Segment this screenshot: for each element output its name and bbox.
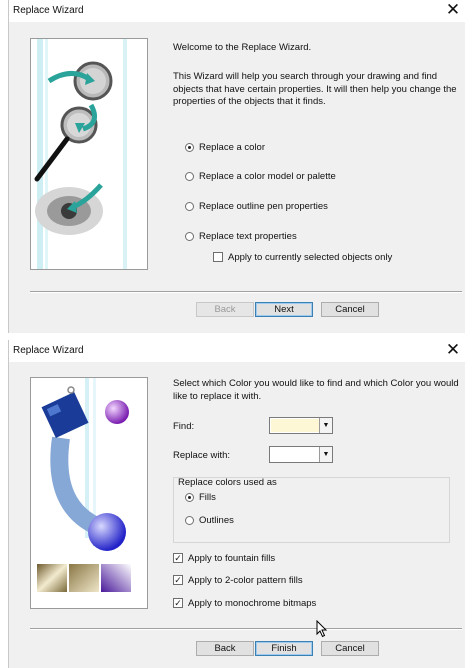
- color-description: Select which Color you would like to fin…: [173, 378, 459, 402]
- radio-selected-icon[interactable]: [185, 142, 194, 152]
- radio-label: Replace text properties: [199, 230, 297, 242]
- radio-label: Fills: [199, 491, 216, 503]
- checkbox-checked-icon[interactable]: ✓: [173, 553, 183, 563]
- mouse-pointer-icon: [316, 620, 328, 638]
- chevron-down-icon[interactable]: ▼: [319, 447, 332, 462]
- group-title: Replace colors used as: [178, 477, 277, 488]
- window-title: Replace Wizard: [13, 5, 84, 16]
- radio-icon[interactable]: [185, 201, 194, 211]
- find-color-swatch: [271, 419, 319, 432]
- checkbox-label: Apply to monochrome bitmaps: [188, 597, 317, 609]
- wizard-illustration: [30, 38, 148, 270]
- cancel-button[interactable]: Cancel: [321, 641, 379, 656]
- replace-with-label: Replace with:: [173, 450, 231, 461]
- checkbox-label: Apply to currently selected objects only: [228, 251, 393, 263]
- replace-color-swatch: [271, 448, 319, 461]
- back-button[interactable]: Back: [196, 302, 254, 317]
- radio-icon[interactable]: [185, 171, 194, 181]
- checkbox-2-color-pattern-fills[interactable]: ✓ Apply to 2-color pattern fills: [173, 573, 303, 587]
- close-icon[interactable]: ✕: [443, 341, 463, 359]
- magnifier-eye-illustration-icon: [34, 39, 127, 269]
- find-color-picker[interactable]: ▼: [269, 417, 333, 434]
- checkbox-checked-icon[interactable]: ✓: [173, 575, 183, 585]
- replace-color-picker[interactable]: ▼: [269, 446, 333, 463]
- checkbox-checked-icon[interactable]: ✓: [173, 598, 183, 608]
- replace-wizard-dialog-color: Replace Wizard ✕ Select which Color you …: [8, 340, 465, 668]
- color-swatch-illustration-icon: [31, 378, 147, 608]
- wizard-illustration: [30, 377, 148, 609]
- separator: [30, 291, 462, 293]
- checkbox-label: Apply to fountain fills: [188, 552, 276, 564]
- radio-icon[interactable]: [185, 515, 194, 525]
- checkbox-monochrome-bitmaps[interactable]: ✓ Apply to monochrome bitmaps: [173, 596, 316, 610]
- radio-label: Outlines: [199, 514, 234, 526]
- radio-label: Replace outline pen properties: [199, 200, 328, 212]
- checkbox-selected-objects-only[interactable]: Apply to currently selected objects only: [213, 250, 392, 264]
- replace-wizard-dialog-welcome: Replace Wizard ✕ Welcome to the Replace …: [8, 0, 465, 333]
- checkbox-fountain-fills[interactable]: ✓ Apply to fountain fills: [173, 551, 275, 565]
- wizard-description: This Wizard will help you search through…: [173, 71, 457, 107]
- window-title: Replace Wizard: [13, 345, 84, 356]
- welcome-heading: Welcome to the Replace Wizard.: [173, 42, 312, 53]
- find-label: Find:: [173, 421, 195, 432]
- radio-replace-outline-pen[interactable]: Replace outline pen properties: [185, 199, 328, 213]
- separator: [30, 628, 462, 630]
- checkbox-label: Apply to 2-color pattern fills: [188, 574, 303, 586]
- close-icon[interactable]: ✕: [443, 1, 463, 19]
- finish-button[interactable]: Finish: [255, 641, 313, 656]
- radio-replace-color[interactable]: Replace a color: [185, 140, 265, 154]
- radio-label: Replace a color: [199, 141, 266, 153]
- chevron-down-icon[interactable]: ▼: [319, 418, 332, 433]
- back-button[interactable]: Back: [196, 641, 254, 656]
- radio-replace-color-model[interactable]: Replace a color model or palette: [185, 169, 336, 183]
- radio-replace-text-properties[interactable]: Replace text properties: [185, 229, 297, 243]
- radio-selected-icon[interactable]: [185, 492, 194, 502]
- radio-fills[interactable]: Fills: [185, 490, 216, 504]
- checkbox-unchecked-icon[interactable]: [213, 252, 223, 262]
- next-button[interactable]: Next: [255, 302, 313, 317]
- title-bar: Replace Wizard ✕: [9, 340, 465, 362]
- title-bar: Replace Wizard ✕: [9, 0, 465, 22]
- radio-icon[interactable]: [185, 231, 194, 241]
- cancel-button[interactable]: Cancel: [321, 302, 379, 317]
- radio-outlines[interactable]: Outlines: [185, 513, 234, 527]
- radio-label: Replace a color model or palette: [199, 170, 336, 182]
